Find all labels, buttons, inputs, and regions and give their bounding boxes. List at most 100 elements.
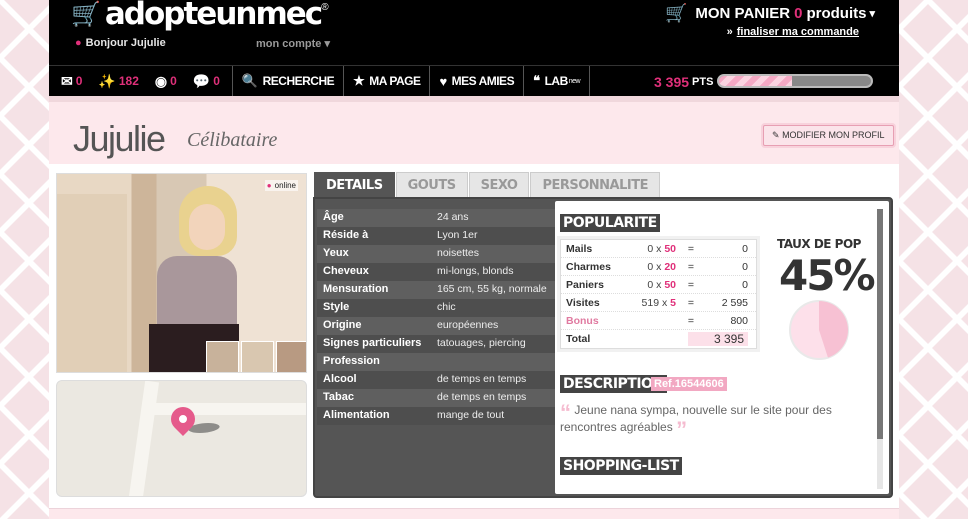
stat-value: 0: [742, 260, 748, 273]
detail-row: Yeux noisettes: [317, 245, 555, 263]
profile-tabs: DETAILS GOUTS SEXO PERSONNALITE: [314, 172, 661, 197]
charms-count: 182: [118, 74, 139, 88]
chevron-down-icon: ▾: [869, 8, 875, 20]
tab-gouts[interactable]: GOUTS: [395, 172, 468, 197]
detail-value: mange de tout: [437, 409, 505, 421]
detail-value: 165 cm, 55 kg, normale: [437, 283, 547, 295]
detail-row: Origine européennes: [317, 317, 555, 335]
bonus-label: Bonus: [566, 314, 599, 327]
nav-item-lab[interactable]: ❝ LAB new: [524, 66, 589, 97]
nav-charms[interactable]: ✨ 182: [90, 66, 146, 97]
greeting: ● Bonjour Jujulie: [75, 37, 166, 49]
tab-personnalite[interactable]: PERSONNALITE: [530, 172, 660, 197]
visits-count: 0: [170, 74, 177, 88]
panel-scrollbar[interactable]: [877, 209, 883, 489]
quote-icon: ❝: [533, 73, 540, 88]
detail-row: Alimentation mange de tout: [317, 407, 555, 425]
nav-chat[interactable]: 💬 0: [185, 66, 232, 97]
total-label: Total: [566, 333, 591, 345]
nav-visits[interactable]: ◉ 0: [147, 66, 185, 97]
photo-bg: [57, 194, 127, 372]
nav-label: LAB: [544, 74, 569, 88]
nav-label: MES AMIES: [451, 74, 515, 88]
detail-label: Profession: [323, 355, 380, 367]
stat-eq: =: [687, 278, 695, 291]
stat-count: 0: [647, 242, 654, 255]
account-menu[interactable]: mon compte ▾: [256, 37, 330, 50]
description-text-block: “ Jeune nana sympa, nouvelle sur le site…: [560, 402, 860, 441]
detail-label: Origine: [323, 319, 362, 331]
detail-label: Style: [323, 301, 350, 313]
detail-value: tatouages, piercing: [437, 337, 526, 349]
detail-label: Âge: [323, 211, 344, 223]
popularity-title: POPULARITE: [560, 214, 660, 232]
points-value: 3 395: [654, 73, 690, 90]
photo-thumbnail[interactable]: [241, 341, 274, 372]
page-container: 🛒 adopteunmec ® ● Bonjour Jujulie mon com…: [49, 0, 899, 519]
nav-item-ma-page[interactable]: ★ MA PAGE: [344, 66, 429, 97]
wand-icon: ✨: [98, 72, 116, 89]
stat-value: 0: [742, 278, 748, 291]
tab-sexo[interactable]: SEXO: [468, 172, 530, 197]
nav-item-recherche[interactable]: 🔍 RECHERCHE: [233, 66, 343, 97]
points-progress-bar: [717, 74, 873, 88]
detail-row: Âge 24 ans: [317, 209, 555, 227]
registered-mark: ®: [321, 2, 329, 13]
checkout-link[interactable]: finaliser ma commande: [727, 26, 859, 38]
photo-thumbnails: [206, 341, 306, 372]
stat-eq: =: [687, 260, 695, 273]
visit-icon: ◉: [154, 72, 168, 89]
stat-eq: =: [687, 296, 695, 309]
detail-label: Tabac: [323, 391, 354, 403]
stat-calc: 519 x 5: [641, 296, 676, 309]
close-quote-icon: ”: [676, 417, 688, 442]
points-display: 3 395 PTS: [654, 66, 713, 97]
stat-count: 0: [647, 278, 654, 291]
scrollbar-thumb[interactable]: [877, 209, 883, 439]
stat-value: 0: [742, 242, 748, 255]
logo-cart-icon: 🛒: [71, 0, 101, 28]
bonus-row: Bonus = 800: [561, 312, 756, 330]
popularity-rate-value: 45%: [779, 251, 876, 300]
chevron-down-icon: ▾: [324, 38, 330, 50]
cart-summary[interactable]: 🛒 MON PANIER 0 produits ▾: [665, 3, 875, 24]
stat-label: Mails: [566, 242, 593, 255]
photo-thumbnail[interactable]: [206, 341, 239, 372]
cart-count: 0: [794, 5, 803, 22]
chat-icon: 💬: [192, 72, 211, 89]
detail-value: européennes: [437, 319, 499, 331]
detail-label: Alimentation: [323, 409, 390, 421]
stat-value: 2 595: [721, 296, 748, 309]
detail-row: Alcool de temps en temps: [317, 371, 555, 389]
popularity-table: Mails 0 x 50 = 0 Charmes 0 x 20 = 0 Paniers 0 x…: [560, 239, 757, 349]
detail-label: Mensuration: [323, 283, 389, 295]
detail-row: Profession: [317, 353, 555, 371]
stat-mult: 50: [664, 278, 676, 291]
detail-row: Style chic: [317, 299, 555, 317]
pencil-icon: ✎: [772, 130, 780, 140]
reference-number: Ref.16544606: [651, 377, 727, 391]
detail-row: Réside à Lyon 1er: [317, 227, 555, 245]
edit-profile-button[interactable]: ✎ MODIFIER MON PROFIL: [763, 125, 894, 146]
nav-label: RECHERCHE: [262, 74, 335, 88]
tab-details[interactable]: DETAILS: [314, 172, 395, 197]
stat-label: Charmes: [566, 260, 611, 273]
site-logo[interactable]: 🛒 adopteunmec ®: [71, 0, 329, 32]
profile-photo[interactable]: online: [56, 173, 307, 373]
profile-name: Jujulie: [73, 118, 166, 159]
detail-label: Alcool: [323, 373, 357, 385]
stat-calc: 0 x 50: [647, 278, 676, 291]
main-nav: ✉ 0 ✨ 182 ◉ 0 💬 0 🔍 RECHERCHE ★ MA PAGE ♥ MES A…: [49, 65, 899, 97]
nav-mail[interactable]: ✉ 0: [49, 66, 90, 97]
popularity-rate-title: TAUX DE POP: [777, 237, 861, 251]
stat-mult: 50: [664, 242, 676, 255]
location-map[interactable]: [56, 380, 307, 497]
shopping-list-title: SHOPPING-LIST: [560, 457, 682, 475]
detail-value: Lyon 1er: [437, 229, 478, 241]
photo-face: [189, 204, 225, 250]
search-icon: 🔍: [241, 73, 258, 88]
popularity-pie: [789, 300, 849, 360]
nav-item-mes-amies[interactable]: ♥ MES AMIES: [430, 66, 523, 97]
photo-thumbnail[interactable]: [276, 341, 306, 372]
stats-row: Visites 519 x 5 = 2 595: [561, 294, 756, 312]
